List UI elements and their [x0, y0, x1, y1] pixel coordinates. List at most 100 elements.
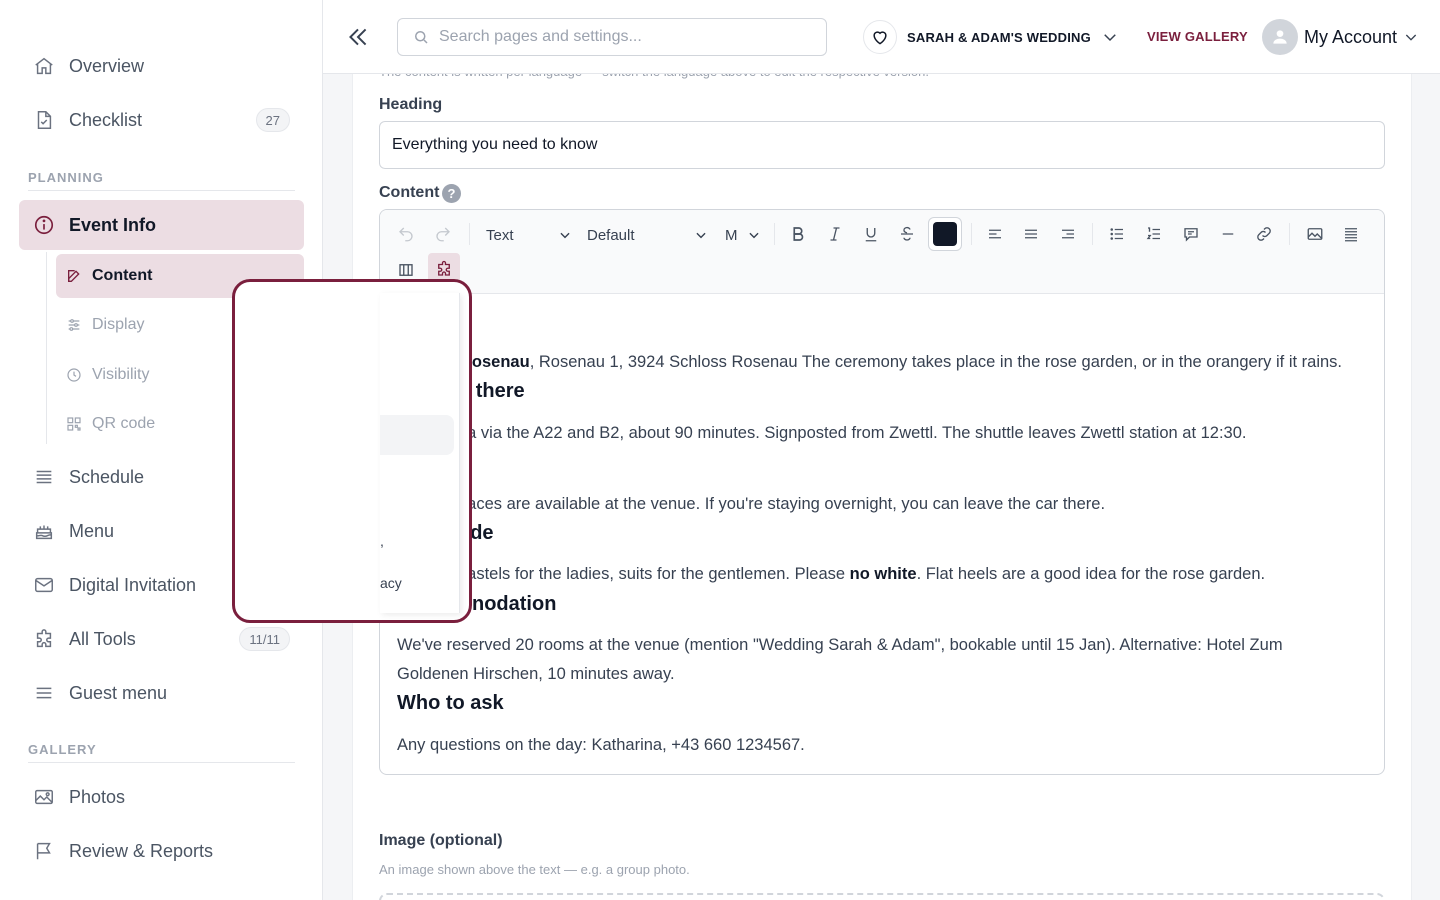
sidebar-item-review-reports[interactable]: Review & Reports: [19, 826, 304, 876]
edit-icon: [68, 270, 80, 282]
home-icon: [35, 57, 53, 75]
redo-button[interactable]: [428, 219, 458, 249]
menu-icon: [36, 687, 52, 699]
strikethrough-button[interactable]: [892, 219, 922, 249]
insert-image-button[interactable]: [1300, 219, 1330, 249]
photo-icon: [35, 789, 53, 805]
comment-icon: [1184, 228, 1198, 242]
divider: [28, 762, 295, 763]
link-button[interactable]: [1249, 219, 1279, 249]
paragraph-contact: Any questions on the day: Katharina, +43…: [397, 736, 805, 754]
sidebar-item-guest-menu[interactable]: Guest menu: [19, 668, 304, 718]
bullet-list-button[interactable]: [1102, 219, 1132, 249]
collapse-sidebar-button[interactable]: [345, 24, 371, 50]
count-badge: 27: [255, 108, 290, 132]
sidebar-item-photos[interactable]: Photos: [19, 772, 304, 822]
account-label: My Account: [1304, 26, 1398, 47]
image-hint: An image shown above the text — e.g. a g…: [379, 862, 690, 877]
document-check-icon: [37, 111, 52, 129]
sidebar-item-event-info[interactable]: Event Info: [19, 200, 304, 250]
font-select[interactable]: Default: [587, 220, 708, 250]
paragraph-accommodation-line1: We've reserved 20 rooms at the venue (me…: [397, 636, 1283, 654]
sidebar-item-label: Review & Reports: [69, 840, 214, 861]
horizontal-rule-button[interactable]: [1213, 219, 1243, 249]
dropdown-item[interactable]: ,: [380, 521, 454, 561]
heading-input[interactable]: [379, 121, 1385, 169]
comment-button[interactable]: [1176, 219, 1206, 249]
double-chevron-left-icon: [349, 28, 367, 46]
block-type-select[interactable]: Text: [486, 220, 572, 250]
align-right-button[interactable]: [1053, 219, 1083, 249]
sidebar-item-label: Overview: [69, 55, 145, 76]
count-badge: 11/11: [239, 627, 290, 651]
color-swatch-fill: [933, 222, 957, 246]
text-color-picker[interactable]: [928, 217, 962, 251]
dropdown-item[interactable]: [380, 295, 454, 335]
chevron-down-icon: [696, 232, 706, 239]
search-input[interactable]: [439, 28, 819, 46]
heart-icon: [863, 20, 897, 54]
numbered-list-button[interactable]: [1139, 219, 1169, 249]
paragraph-venue: Rosenau, Rosenau 1, 3924 Schloss Rosenau…: [460, 353, 1343, 371]
dropdown-item[interactable]: [380, 355, 454, 395]
strikethrough-icon: [901, 226, 913, 241]
justify-icon: [1345, 228, 1357, 242]
clock-icon: [67, 368, 81, 382]
view-gallery-link[interactable]: VIEW GALLERY: [1147, 29, 1248, 44]
align-left-button[interactable]: [980, 219, 1010, 249]
divider: [28, 190, 295, 191]
sidebar-item-label: Menu: [69, 520, 115, 541]
image-icon: [1307, 228, 1323, 240]
info-icon: [34, 215, 54, 235]
search-box: [397, 18, 827, 56]
sidebar-subitem-label: Visibility: [92, 366, 150, 383]
image-label: Image (optional): [379, 832, 503, 849]
flag-icon: [36, 842, 51, 860]
numbered-list-icon: [1146, 227, 1160, 240]
bold-icon: [793, 227, 804, 241]
list-icon: [36, 470, 52, 484]
image-dropzone[interactable]: [379, 893, 1385, 900]
italic-button[interactable]: [820, 219, 850, 249]
dropdown-item[interactable]: [380, 465, 454, 505]
wedding-switcher[interactable]: SARAH & ADAM'S WEDDING: [863, 20, 1119, 54]
toolbar-separator: [469, 223, 470, 245]
columns-icon: [399, 264, 413, 276]
size-value: M: [725, 226, 738, 244]
account-menu[interactable]: My Account: [1262, 18, 1419, 56]
help-icon[interactable]: ?: [442, 184, 461, 203]
sidebar-subitem-label: QR code: [92, 415, 156, 432]
content-label: Content: [379, 184, 440, 201]
bold-button[interactable]: [783, 219, 813, 249]
avatar: [1262, 19, 1298, 55]
toolbar-separator: [1092, 223, 1093, 245]
sidebar-item-label: Event Info: [69, 214, 157, 235]
link-icon: [1257, 227, 1271, 241]
undo-button[interactable]: [391, 219, 421, 249]
underline-icon: [865, 228, 877, 242]
italic-icon: [830, 227, 840, 241]
align-right-icon: [1062, 229, 1074, 239]
text-align-justify-button[interactable]: [1336, 219, 1366, 249]
align-left-icon: [989, 229, 1001, 239]
section-label-gallery: GALLERY: [28, 742, 97, 757]
paragraph-directions: na via the A22 and B2, about 90 minutes.…: [458, 424, 1247, 442]
submenu-guide-line: [46, 252, 47, 444]
editor-toolbar: Text Default M: [380, 210, 1384, 294]
dropdown-item-hovered[interactable]: [380, 415, 454, 455]
align-center-icon: [1025, 229, 1037, 239]
align-center-button[interactable]: [1016, 219, 1046, 249]
chevron-down-icon: [1405, 34, 1417, 41]
chevron-down-icon: [1104, 34, 1116, 42]
sidebar-item-label: Photos: [69, 786, 126, 807]
dropdown-item[interactable]: acy: [380, 563, 454, 603]
font-value: Default: [587, 226, 635, 244]
size-select[interactable]: M: [725, 220, 761, 250]
sidebar-item-label: All Tools: [69, 628, 136, 649]
underline-button[interactable]: [856, 219, 886, 249]
search-icon: [415, 31, 428, 44]
toolbar-separator: [1289, 223, 1290, 245]
sidebar-item-checklist[interactable]: Checklist 27: [19, 95, 304, 145]
sidebar-item-overview[interactable]: Overview: [19, 41, 304, 91]
sidebar-subitem-label: Content: [92, 267, 153, 284]
